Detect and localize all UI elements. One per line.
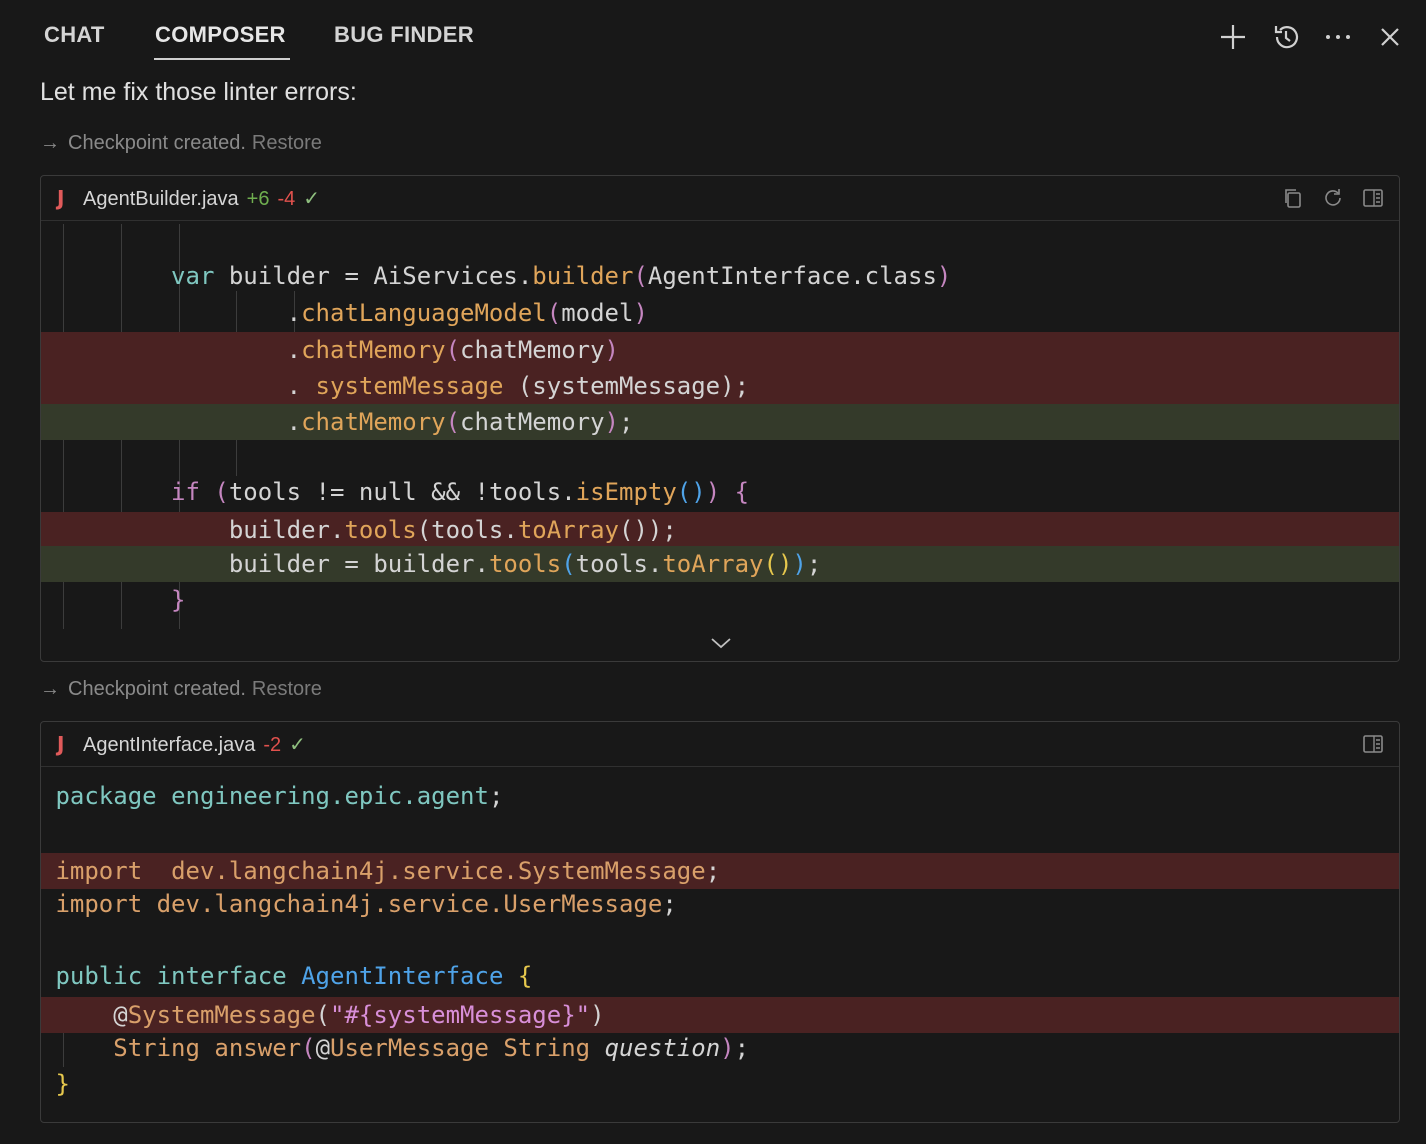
file-name-label: AgentBuilder.java — [83, 188, 239, 210]
tab-bug-finder[interactable]: BUG FINDER — [334, 22, 474, 48]
panel-tabs: CHAT COMPOSER BUG FINDER — [0, 0, 1426, 70]
code-block-header: J AgentInterface.java -2 ✓ — [41, 722, 1399, 767]
copy-icon[interactable] — [1281, 186, 1305, 210]
restore-link[interactable]: Restore — [252, 678, 322, 700]
file-name-label: AgentInterface.java — [83, 734, 256, 756]
checkpoint-text: Checkpoint created. — [68, 678, 246, 700]
code-line-deleted: builder.tools(tools.toArray()); — [41, 512, 1399, 548]
tab-composer[interactable]: COMPOSER — [155, 22, 286, 48]
java-file-icon: J — [57, 732, 65, 756]
removed-count: -4 — [277, 188, 296, 210]
history-icon[interactable] — [1271, 22, 1301, 52]
close-icon[interactable] — [1375, 22, 1405, 52]
chevron-down-icon[interactable] — [709, 634, 733, 652]
check-icon: ✓ — [303, 188, 321, 210]
code-line: } — [55, 1070, 70, 1098]
code-line: package engineering.epic.agent; — [55, 782, 504, 810]
removed-count: -2 — [263, 734, 282, 756]
added-count: +6 — [246, 188, 270, 210]
arrow-right-icon: → — [40, 132, 60, 154]
ellipsis-icon[interactable] — [1323, 22, 1353, 52]
file-name[interactable]: AgentBuilder.java +6 -4 ✓ — [83, 186, 320, 211]
code-line: import dev.langchain4j.service.UserMessa… — [55, 890, 677, 918]
checkpoint-notice: → Checkpoint created. Restore — [40, 678, 322, 701]
plus-icon[interactable] — [1218, 22, 1248, 52]
code-line: .chatLanguageModel(model) — [41, 299, 648, 327]
code-line-deleted: . systemMessage (systemMessage); — [41, 368, 1399, 404]
restore-link[interactable]: Restore — [252, 132, 322, 154]
java-file-icon: J — [57, 186, 65, 210]
checkpoint-text: Checkpoint created. — [68, 132, 246, 154]
code-line: } — [171, 586, 186, 614]
code-line-added: .chatMemory(chatMemory); — [41, 404, 1399, 440]
code-block-agent-interface: J AgentInterface.java -2 ✓ package enginee… — [40, 721, 1400, 1123]
assistant-message: Let me fix those linter errors: — [40, 78, 357, 106]
checkpoint-notice: → Checkpoint created. Restore — [40, 132, 322, 155]
code-line: public interface AgentInterface { — [55, 962, 533, 990]
check-icon: ✓ — [289, 734, 306, 756]
active-tab-indicator — [154, 58, 290, 60]
code-line: var builder = AiServices.builder(AgentIn… — [171, 262, 952, 290]
arrow-right-icon: → — [40, 678, 60, 700]
code-line-deleted: @SystemMessage("#{systemMessage}") — [41, 997, 1399, 1033]
code-line-deleted: .chatMemory(chatMemory) — [41, 332, 1399, 368]
code-block-agent-builder: J AgentBuilder.java +6 -4 ✓ var builder = A… — [40, 175, 1400, 662]
code-line-deleted: import dev.langchain4j.service.SystemMes… — [41, 853, 1399, 889]
reapply-icon[interactable] — [1321, 186, 1345, 210]
file-name[interactable]: AgentInterface.java -2 ✓ — [83, 732, 306, 757]
code-line: if (tools != null && !tools.isEmpty()) { — [171, 478, 750, 506]
code-line-added: builder = builder.tools(tools.toArray())… — [41, 546, 1399, 582]
code-block-header: J AgentBuilder.java +6 -4 ✓ — [41, 176, 1399, 221]
tab-chat[interactable]: CHAT — [44, 22, 105, 48]
open-file-icon[interactable] — [1361, 186, 1385, 210]
open-file-icon[interactable] — [1361, 732, 1385, 756]
code-line: String answer(@UserMessage String questi… — [113, 1034, 750, 1062]
